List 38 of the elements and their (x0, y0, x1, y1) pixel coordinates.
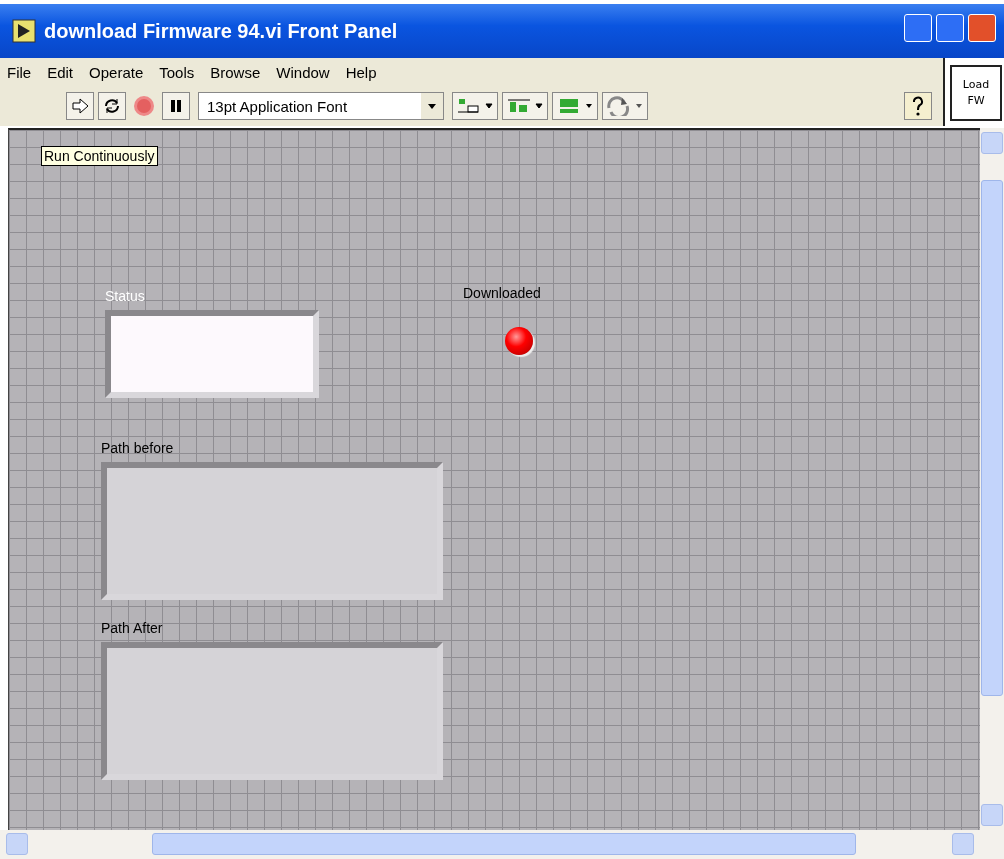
help-button[interactable] (904, 92, 932, 120)
scroll-thumb[interactable] (152, 833, 856, 855)
menu-item[interactable]: File (6, 64, 33, 81)
menu-item[interactable]: Window (275, 64, 331, 81)
menu-item[interactable]: Edit (46, 64, 75, 81)
vertical-scrollbar[interactable] (980, 128, 1004, 830)
menu-item[interactable]: Browse (209, 64, 262, 81)
scroll-thumb[interactable] (981, 180, 1003, 696)
horizontal-scrollbar[interactable] (0, 830, 1004, 859)
align-icon (456, 96, 494, 116)
menu-item[interactable]: Help (344, 64, 378, 81)
minimize-button[interactable] (904, 14, 932, 42)
cycle-arrows-icon (103, 97, 121, 115)
reorder-arrows-icon (606, 96, 644, 116)
tooltip: Run Continuously (41, 146, 158, 166)
load-fw-button[interactable]: Load FW (950, 65, 1002, 121)
pause-icon (170, 99, 182, 113)
control-label: Status (105, 288, 145, 304)
maximize-button[interactable] (936, 14, 964, 42)
menu-item[interactable]: Operate (88, 64, 145, 81)
control-label: Path After (101, 620, 163, 636)
close-button[interactable] (968, 14, 996, 42)
distribute-button[interactable] (502, 92, 548, 120)
align-button[interactable] (452, 92, 498, 120)
run-arrow-icon (71, 98, 89, 114)
question-mark-icon (911, 95, 925, 117)
reorder-button[interactable] (602, 92, 648, 120)
app-icon (12, 19, 36, 43)
pause-button[interactable] (162, 92, 190, 120)
control-label: Path before (101, 440, 174, 456)
resize-button[interactable] (552, 92, 598, 120)
window-title: download Firmware 94.vi Front Panel (44, 19, 398, 43)
stop-icon (133, 95, 155, 117)
run-button[interactable] (66, 92, 94, 120)
control-label: Downloaded (463, 285, 541, 301)
run-continuously-button[interactable] (98, 92, 126, 120)
menu-item[interactable]: Tools (158, 64, 196, 81)
font-dropdown[interactable]: 13pt Application Font (198, 92, 444, 120)
